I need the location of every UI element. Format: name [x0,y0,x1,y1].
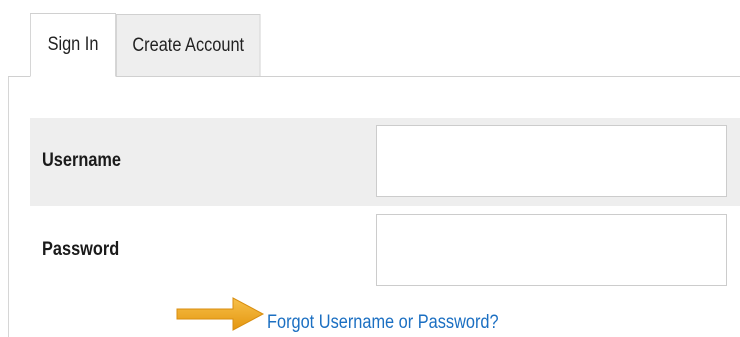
password-input[interactable] [376,214,727,286]
tab-sign-in[interactable]: Sign In [30,13,116,77]
username-label: Username [42,150,122,171]
tab-sign-in-label: Sign In [47,34,99,55]
tab-create-account[interactable]: Create Account [116,14,261,76]
sign-in-panel: Create Account Sign In Username Password… [0,0,740,337]
username-row: Username [30,118,740,206]
panel-left-border [8,76,9,337]
password-label: Password [42,239,120,260]
forgot-credentials-link[interactable]: Forgot Username or Password? [267,312,499,334]
tab-bar-divider [8,76,740,77]
tab-create-account-label: Create Account [132,34,245,56]
username-input[interactable] [376,125,727,197]
arrow-right-icon [176,297,265,331]
password-row: Password [30,206,740,294]
